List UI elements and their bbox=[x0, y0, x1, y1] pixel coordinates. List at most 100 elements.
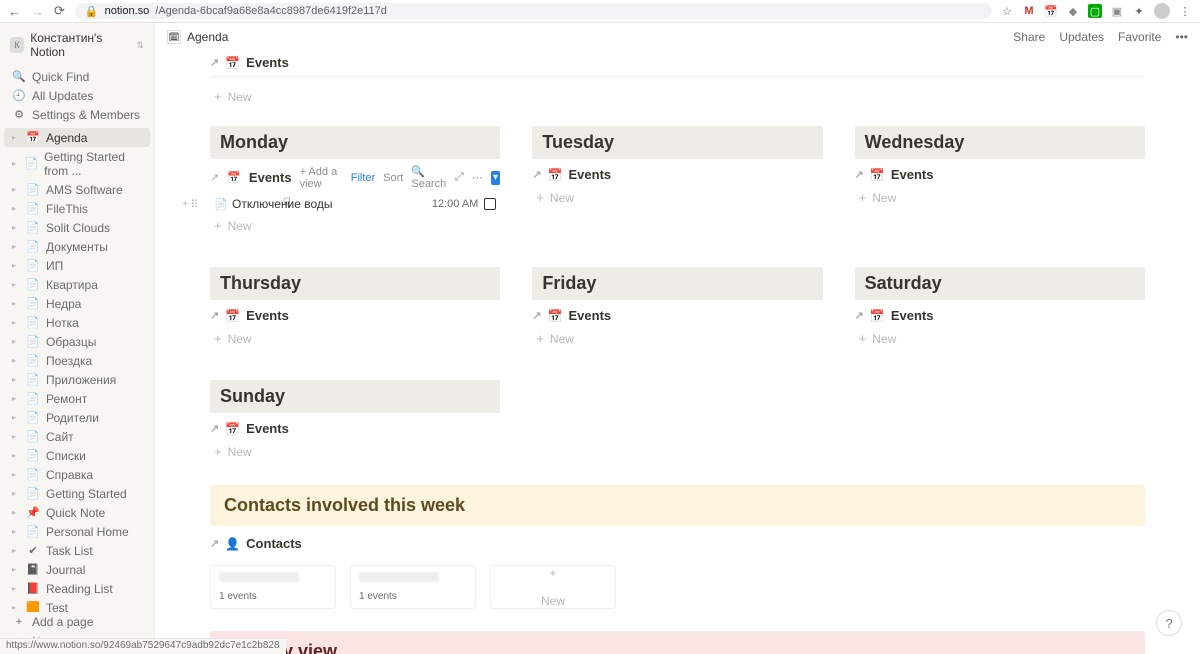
disclosure-icon[interactable]: ▸ bbox=[12, 318, 20, 327]
disclosure-icon[interactable]: ▸ bbox=[12, 432, 20, 441]
forward-icon[interactable]: → bbox=[31, 4, 44, 19]
sidebar-util-1[interactable]: 🕘All Updates bbox=[4, 86, 150, 105]
new-contact-card[interactable]: + New bbox=[490, 565, 616, 609]
disclosure-icon[interactable]: ▸ bbox=[12, 546, 20, 555]
sidebar-page-20[interactable]: ▸📄Personal Home bbox=[4, 522, 150, 541]
new-row-button[interactable]: +New bbox=[532, 186, 822, 209]
new-row-button[interactable]: +New bbox=[855, 186, 1145, 209]
star-icon[interactable]: ☆ bbox=[1002, 5, 1012, 18]
events-link[interactable]: ↗ 📅 Events bbox=[210, 51, 1145, 74]
disclosure-icon[interactable]: ▸ bbox=[12, 394, 20, 403]
help-button[interactable]: ? bbox=[1156, 610, 1182, 636]
disclosure-icon[interactable]: ▸ bbox=[12, 413, 20, 422]
ext-icon[interactable]: ▣ bbox=[1110, 4, 1124, 18]
disclosure-icon[interactable]: ▸ bbox=[12, 159, 18, 168]
disclosure-icon[interactable]: ▸ bbox=[12, 603, 20, 612]
disclosure-icon[interactable]: ▸ bbox=[12, 375, 20, 384]
ext-icon[interactable]: ◆ bbox=[1066, 4, 1080, 18]
sidebar-page-19[interactable]: ▸📌Quick Note bbox=[4, 503, 150, 522]
filter-button[interactable]: Filter bbox=[351, 172, 375, 184]
disclosure-icon[interactable]: ▸ bbox=[12, 470, 20, 479]
events-link[interactable]: ↗ 📅 Events bbox=[855, 304, 1145, 327]
sidebar-page-9[interactable]: ▸📄Нотка bbox=[4, 313, 150, 332]
sidebar-page-22[interactable]: ▸📓Journal bbox=[4, 560, 150, 579]
avatar-icon[interactable] bbox=[1154, 3, 1170, 19]
disclosure-icon[interactable]: ▸ bbox=[12, 565, 20, 574]
disclosure-icon[interactable]: ▸ bbox=[12, 584, 20, 593]
sidebar-page-1[interactable]: ▸📄Getting Started from ... bbox=[4, 147, 150, 180]
events-link[interactable]: ↗ 📅 Events bbox=[532, 163, 822, 186]
disclosure-icon[interactable]: ▸ bbox=[12, 337, 20, 346]
event-title[interactable]: Отключение воды bbox=[232, 197, 432, 211]
sort-button[interactable]: Sort bbox=[383, 172, 403, 184]
disclosure-icon[interactable]: ▸ bbox=[12, 242, 20, 251]
ext-icon[interactable]: ▢ bbox=[1088, 4, 1102, 18]
disclosure-icon[interactable]: ▸ bbox=[12, 223, 20, 232]
sidebar-page-24[interactable]: ▸🟧Test bbox=[4, 598, 150, 612]
sidebar-page-17[interactable]: ▸📄Справка bbox=[4, 465, 150, 484]
events-link[interactable]: ↗ 📅 Events bbox=[210, 304, 500, 327]
disclosure-icon[interactable]: ▸ bbox=[12, 280, 20, 289]
extensions-icon[interactable]: ✦ bbox=[1132, 4, 1146, 18]
disclosure-icon[interactable]: ▸ bbox=[12, 489, 20, 498]
breadcrumb-title[interactable]: Agenda bbox=[187, 30, 228, 44]
sidebar-page-21[interactable]: ▸✔Task List bbox=[4, 541, 150, 560]
workspace-switcher[interactable]: К Константин's Notion ⇅ bbox=[0, 23, 154, 67]
new-button[interactable]: ▾ bbox=[491, 171, 501, 185]
menu-icon[interactable]: ⋮ bbox=[1178, 4, 1192, 18]
disclosure-icon[interactable]: ▸ bbox=[12, 133, 20, 142]
new-row-button[interactable]: + New bbox=[210, 85, 1145, 108]
more-button[interactable]: ••• bbox=[1175, 30, 1188, 44]
sidebar-page-14[interactable]: ▸📄Родители bbox=[4, 408, 150, 427]
events-label[interactable]: Events bbox=[249, 170, 292, 185]
contact-card[interactable]: 1 events bbox=[350, 565, 476, 609]
more-icon[interactable]: ⋯ bbox=[472, 171, 483, 184]
add-page-button[interactable]: + Add a page bbox=[4, 612, 150, 631]
expand-icon[interactable]: ⤢ bbox=[455, 171, 464, 184]
search-button[interactable]: 🔍 Search bbox=[411, 165, 447, 190]
disclosure-icon[interactable]: ▸ bbox=[12, 185, 20, 194]
events-link[interactable]: ↗ 📅 Events bbox=[210, 417, 500, 440]
events-link[interactable]: ↗ 📅 Events bbox=[532, 304, 822, 327]
calendar-icon[interactable]: 📅 bbox=[1044, 4, 1058, 18]
add-view-button[interactable]: + Add a view bbox=[300, 166, 343, 190]
disclosure-icon[interactable]: ▸ bbox=[12, 451, 20, 460]
favorite-button[interactable]: Favorite bbox=[1118, 30, 1161, 44]
row-handles[interactable]: +⠿ bbox=[182, 198, 199, 211]
checkbox[interactable] bbox=[484, 198, 496, 210]
sidebar-page-2[interactable]: ▸📄AMS Software bbox=[4, 180, 150, 199]
sidebar-page-12[interactable]: ▸📄Приложения bbox=[4, 370, 150, 389]
new-row-button[interactable]: +New bbox=[210, 440, 500, 463]
sidebar-page-13[interactable]: ▸📄Ремонт bbox=[4, 389, 150, 408]
events-link[interactable]: ↗ 📅 Events bbox=[855, 163, 1145, 186]
sidebar-page-18[interactable]: ▸📄Getting Started bbox=[4, 484, 150, 503]
sidebar-page-15[interactable]: ▸📄Сайт bbox=[4, 427, 150, 446]
reload-icon[interactable]: ⟳ bbox=[54, 3, 65, 19]
sidebar-page-3[interactable]: ▸📄FileThis bbox=[4, 199, 150, 218]
sidebar-page-16[interactable]: ▸📄Списки bbox=[4, 446, 150, 465]
disclosure-icon[interactable]: ▸ bbox=[12, 508, 20, 517]
back-icon[interactable]: ← bbox=[8, 4, 21, 19]
sidebar-page-8[interactable]: ▸📄Недра bbox=[4, 294, 150, 313]
contacts-link[interactable]: ↗ 👤 Contacts bbox=[210, 532, 1145, 555]
sidebar-page-11[interactable]: ▸📄Поездка bbox=[4, 351, 150, 370]
sidebar-util-0[interactable]: 🔍Quick Find bbox=[4, 67, 150, 86]
disclosure-icon[interactable]: ▸ bbox=[12, 299, 20, 308]
gmail-icon[interactable]: M bbox=[1022, 4, 1036, 18]
new-row-button[interactable]: +New bbox=[532, 327, 822, 350]
event-row[interactable]: +⠿ 📄 Отключение воды 12:00 AM bbox=[210, 194, 500, 214]
sidebar-page-7[interactable]: ▸📄Квартира bbox=[4, 275, 150, 294]
sidebar-page-6[interactable]: ▸📄ИП bbox=[4, 256, 150, 275]
updates-button[interactable]: Updates bbox=[1059, 30, 1104, 44]
disclosure-icon[interactable]: ▸ bbox=[12, 261, 20, 270]
contact-card[interactable]: 1 events bbox=[210, 565, 336, 609]
sidebar-page-10[interactable]: ▸📄Образцы bbox=[4, 332, 150, 351]
sidebar-page-4[interactable]: ▸📄Solit Clouds bbox=[4, 218, 150, 237]
disclosure-icon[interactable]: ▸ bbox=[12, 204, 20, 213]
url-bar[interactable]: 🔒 notion.so/Agenda-6bcaf9a68e8a4cc8987de… bbox=[75, 3, 992, 19]
new-row-button[interactable]: +New bbox=[855, 327, 1145, 350]
new-row-button[interactable]: +New bbox=[210, 327, 500, 350]
sidebar-page-23[interactable]: ▸📕Reading List bbox=[4, 579, 150, 598]
sidebar-page-5[interactable]: ▸📄Документы bbox=[4, 237, 150, 256]
share-button[interactable]: Share bbox=[1013, 30, 1045, 44]
